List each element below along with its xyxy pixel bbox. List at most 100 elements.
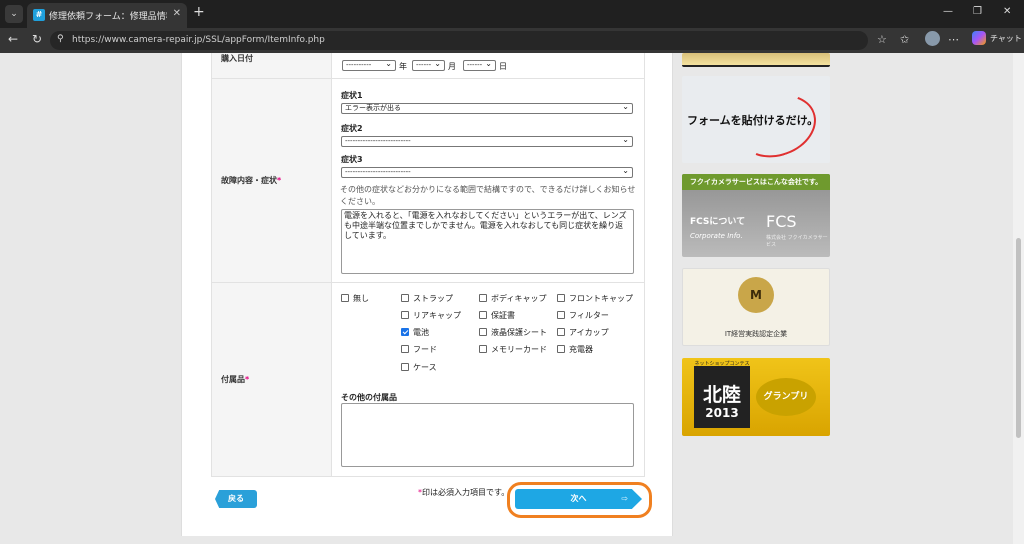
accessory-label: 液晶保護シート — [491, 328, 547, 337]
favorites-icon[interactable]: ✩ — [900, 33, 909, 46]
company-info-banner-header: フクイカメラサービスはこんな会社です。 — [682, 174, 830, 190]
purchase-date-row: 購入日付 ---------- 年 ------ 月 ------ 日 — [211, 53, 645, 79]
form-paste-banner[interactable]: フォームを貼付けるだけ。 — [682, 76, 830, 163]
browser-tab[interactable]: # 修理依頼フォーム：修理品情報入力 ✕ — [27, 3, 187, 28]
reload-icon[interactable]: ↻ — [32, 32, 42, 46]
top-banner[interactable] — [682, 53, 830, 67]
accessory-label: リアキャップ — [413, 311, 461, 320]
restore-icon[interactable]: ❐ — [973, 6, 982, 17]
accessory-checkbox[interactable]: ケース — [401, 362, 437, 373]
accessory-label: メモリーカード — [491, 345, 547, 354]
checkbox-unchecked-icon[interactable] — [341, 294, 349, 302]
grand-prix-banner[interactable]: ネットショップコンテスト 北陸 2013 グランプリ — [682, 358, 830, 436]
site-info-icon[interactable]: ⚲ — [57, 34, 64, 44]
accessory-checkbox[interactable]: 保証書 — [479, 310, 515, 321]
accessory-checkbox[interactable]: 充電器 — [557, 344, 593, 355]
accessories-label-text: 付属品 — [221, 375, 245, 384]
symptom2-label: 症状2 — [341, 124, 363, 133]
checkbox-unchecked-icon[interactable] — [479, 311, 487, 319]
accessory-label: ストラップ — [413, 294, 453, 303]
company-info-title: FCSについて — [690, 217, 746, 227]
company-info-banner[interactable]: フクイカメラサービスはこんな会社です。 FCSについて Corporate In… — [682, 174, 830, 257]
accessory-label: 充電器 — [569, 345, 593, 354]
favorite-star-icon[interactable]: ☆ — [877, 33, 887, 46]
symptom2-select[interactable]: -------------------------- — [341, 136, 633, 147]
symptom3-label: 症状3 — [341, 155, 363, 164]
accessories-label: 付属品* — [221, 374, 249, 385]
accessory-checkbox[interactable]: フロントキャップ — [557, 293, 633, 304]
accessory-label: フロントキャップ — [569, 294, 633, 303]
accessory-label: アイカップ — [569, 328, 609, 337]
checkbox-unchecked-icon[interactable] — [479, 345, 487, 353]
accessory-checkbox[interactable]: フード — [401, 344, 437, 355]
accessories-required-mark: * — [245, 375, 250, 384]
checkbox-unchecked-icon[interactable] — [557, 311, 565, 319]
vertical-scrollbar[interactable] — [1013, 53, 1024, 544]
tab-bar: ⌄ # 修理依頼フォーム：修理品情報入力 ✕ + — ❐ ✕ — [0, 0, 1024, 28]
checkbox-unchecked-icon[interactable] — [401, 294, 409, 302]
accessory-checkbox[interactable]: リアキャップ — [401, 310, 461, 321]
tab-title: 修理依頼フォーム：修理品情報入力 — [49, 12, 167, 22]
page-viewport: 購入日付 ---------- 年 ------ 月 ------ 日 故障内容… — [0, 53, 1013, 544]
back-button[interactable]: 戻る — [215, 490, 257, 508]
symptom1-label: 症状1 — [341, 91, 363, 100]
accessory-checkbox[interactable]: ボディキャップ — [479, 293, 546, 304]
scrollbar-thumb[interactable] — [1016, 238, 1021, 438]
form-paste-banner-text: フォームを貼付けるだけ。 — [687, 114, 819, 127]
accessory-checkbox[interactable]: フィルター — [557, 310, 609, 321]
next-button-label: 次へ — [570, 494, 587, 503]
purchase-day-select[interactable]: ------ — [463, 60, 496, 71]
accessory-label: 電池 — [413, 328, 429, 337]
more-options-icon[interactable]: ⋯ — [948, 33, 959, 46]
accessory-label: 無し — [353, 294, 369, 303]
purchase-year-select[interactable]: ---------- — [342, 60, 396, 71]
other-accessories-label: その他の付属品 — [341, 393, 397, 402]
back-arrow-icon[interactable]: ← — [8, 32, 18, 46]
next-button[interactable]: 次へ ⇨ — [515, 489, 642, 509]
fcs-company-name: 株式会社 フクイカメラサービス — [766, 235, 828, 248]
window-close-icon[interactable]: ✕ — [1003, 6, 1011, 17]
url-field[interactable]: ⚲ https://www.camera-repair.jp/SSL/appFo… — [50, 31, 868, 50]
checkbox-checked-icon[interactable] — [401, 328, 409, 336]
accessory-label: 保証書 — [491, 311, 515, 320]
purchase-month-select[interactable]: ------ — [412, 60, 445, 71]
accessory-checkbox[interactable]: アイカップ — [557, 327, 609, 338]
other-accessories-textarea[interactable] — [341, 403, 634, 467]
form-panel: 購入日付 ---------- 年 ------ 月 ------ 日 故障内容… — [181, 53, 673, 536]
checkbox-unchecked-icon[interactable] — [557, 294, 565, 302]
contest-region: 北陸 — [702, 384, 741, 406]
checkbox-unchecked-icon[interactable] — [401, 345, 409, 353]
checkbox-unchecked-icon[interactable] — [479, 328, 487, 336]
symptom1-select[interactable]: エラー表示が出る — [341, 103, 633, 114]
checkbox-unchecked-icon[interactable] — [479, 294, 487, 302]
accessory-checkbox[interactable]: 無し — [341, 293, 369, 304]
accessory-checkbox[interactable]: 液晶保護シート — [479, 327, 547, 338]
minimize-icon[interactable]: — — [943, 6, 953, 17]
profile-avatar[interactable] — [925, 31, 940, 46]
checkbox-unchecked-icon[interactable] — [557, 328, 565, 336]
new-tab-button[interactable]: + — [193, 4, 205, 20]
symptom3-select[interactable]: -------------------------- — [341, 167, 633, 178]
it-award-banner[interactable]: M IT経営実践認定企業 — [682, 268, 830, 346]
tab-actions-menu-button[interactable]: ⌄ — [5, 5, 23, 23]
company-info-subtitle: Corporate Info. — [690, 232, 743, 240]
checkbox-unchecked-icon[interactable] — [401, 363, 409, 371]
accessory-checkbox[interactable]: 電池 — [401, 327, 429, 338]
contest-badge: 北陸 2013 — [694, 366, 750, 428]
address-bar: ← ↻ ⚲ https://www.camera-repair.jp/SSL/a… — [0, 28, 1024, 53]
copilot-button[interactable]: チャット — [972, 31, 1022, 45]
purchase-date-label: 購入日付 — [221, 54, 253, 63]
symptoms-detail-textarea[interactable]: 電源を入れると、「電源を入れなおしてください」というエラーが出て、レンズも中途半… — [341, 209, 634, 274]
accessory-checkbox[interactable]: ストラップ — [401, 293, 453, 304]
grand-prix-medal: グランプリ — [756, 378, 816, 416]
fcs-logo: FCS — [766, 212, 797, 231]
it-award-emblem: M — [738, 277, 774, 313]
copilot-icon — [972, 31, 986, 45]
close-tab-icon[interactable]: ✕ — [173, 8, 181, 19]
symptoms-required-mark: * — [277, 176, 282, 185]
checkbox-unchecked-icon[interactable] — [401, 311, 409, 319]
accessory-checkbox[interactable]: メモリーカード — [479, 344, 547, 355]
month-unit: 月 — [448, 62, 456, 71]
accessory-label: フィルター — [569, 311, 609, 320]
checkbox-unchecked-icon[interactable] — [557, 345, 565, 353]
